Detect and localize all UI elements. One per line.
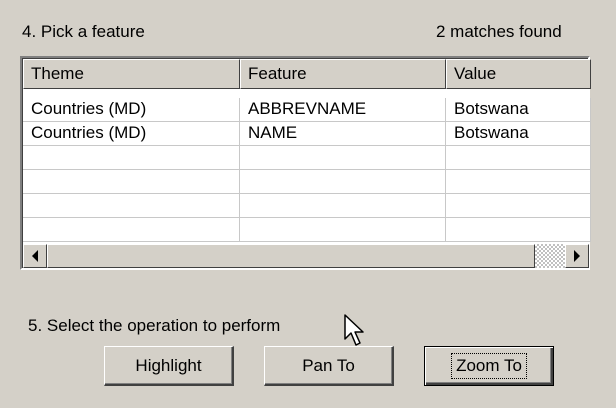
step4-label: 4. Pick a feature <box>22 22 145 41</box>
column-header-theme[interactable]: Theme <box>23 59 240 89</box>
arrow-right-icon[interactable] <box>565 244 589 268</box>
column-header-value[interactable]: Value <box>446 59 591 89</box>
table-header: Theme Feature Value <box>23 59 591 89</box>
zoom-to-button[interactable]: Zoom To <box>424 346 554 386</box>
pan-to-button-label: Pan To <box>302 355 355 375</box>
cell-theme: Countries (MD) <box>23 122 240 146</box>
cell-feature <box>240 218 446 242</box>
step5-label: 5. Select the operation to perform <box>28 316 281 335</box>
table-row[interactable] <box>23 146 591 170</box>
cell-value <box>446 170 591 194</box>
highlight-button-label: Highlight <box>135 355 202 375</box>
cell-value <box>446 218 591 242</box>
cell-value <box>446 146 591 170</box>
table-row[interactable] <box>23 218 591 242</box>
arrow-left-icon[interactable] <box>23 244 47 268</box>
matches-count: 2 matches found <box>436 22 562 41</box>
cell-theme <box>23 194 240 218</box>
mouse-pointer-icon <box>343 313 367 356</box>
cell-value: Botswana <box>446 98 591 122</box>
scrollbar-track[interactable] <box>535 244 565 268</box>
cell-theme <box>23 218 240 242</box>
pan-to-button[interactable]: Pan To <box>264 346 394 386</box>
cell-feature: NAME <box>240 122 446 146</box>
cell-value: Botswana <box>446 122 591 146</box>
cell-theme: Countries (MD) <box>23 98 240 122</box>
table-row[interactable] <box>23 194 591 218</box>
cell-feature: ABBREVNAME <box>240 98 446 122</box>
cell-theme <box>23 170 240 194</box>
cell-feature <box>240 194 446 218</box>
cell-theme <box>23 146 240 170</box>
table-row[interactable] <box>23 170 591 194</box>
horizontal-scrollbar[interactable] <box>23 244 589 268</box>
column-header-feature[interactable]: Feature <box>240 59 446 89</box>
cell-feature <box>240 170 446 194</box>
scrollbar-thumb[interactable] <box>47 244 535 268</box>
highlight-button[interactable]: Highlight <box>104 346 234 386</box>
feature-table[interactable]: Theme Feature Value Countries (MD) ABBRE… <box>20 56 591 270</box>
cell-feature <box>240 146 446 170</box>
table-row[interactable]: Countries (MD) NAME Botswana <box>23 122 591 146</box>
cell-value <box>446 194 591 218</box>
zoom-to-button-label: Zoom To <box>451 353 527 379</box>
table-row[interactable]: Countries (MD) ABBREVNAME Botswana <box>23 98 591 122</box>
